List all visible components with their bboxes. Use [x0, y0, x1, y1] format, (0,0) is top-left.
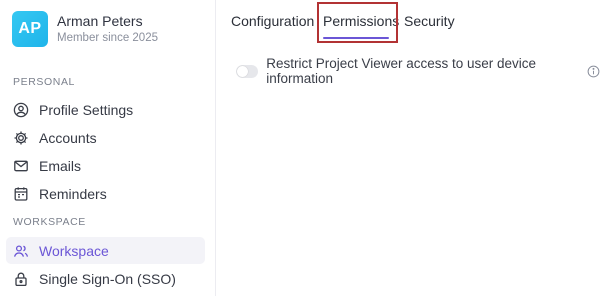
- sidebar-item-emails[interactable]: Emails: [6, 152, 205, 179]
- setting-restrict-viewer: Restrict Project Viewer access to user d…: [236, 56, 600, 86]
- users-icon: [13, 243, 29, 259]
- tab-highlight-box: [317, 2, 398, 43]
- user-circle-icon: [13, 102, 29, 118]
- section-label-workspace: WORKSPACE: [13, 216, 86, 228]
- lock-icon: [13, 271, 29, 287]
- sidebar-item-workspace[interactable]: Workspace: [6, 237, 205, 264]
- calendar-icon: [13, 186, 29, 202]
- restrict-viewer-label: Restrict Project Viewer access to user d…: [266, 56, 537, 86]
- profile-subtitle: Member since 2025: [57, 32, 158, 44]
- section-label-personal: PERSONAL: [13, 76, 75, 88]
- sidebar-item-label: Reminders: [39, 185, 107, 202]
- tab-configuration[interactable]: Configuration: [231, 13, 314, 29]
- sidebar-item-profile-settings[interactable]: Profile Settings: [6, 96, 205, 123]
- profile-name: Arman Peters: [57, 13, 143, 29]
- sidebar-item-label: Accounts: [39, 129, 97, 146]
- gear-icon: [13, 130, 29, 146]
- sidebar-item-sso[interactable]: Single Sign-On (SSO): [6, 265, 205, 292]
- sidebar-item-label: Emails: [39, 157, 82, 174]
- sidebar-item-label: Single Sign-On (SSO): [39, 270, 176, 287]
- restrict-viewer-toggle[interactable]: [236, 64, 259, 78]
- avatar: AP: [12, 11, 48, 47]
- tab-security[interactable]: Security: [404, 13, 455, 29]
- sidebar-item-label: Profile Settings: [39, 101, 134, 118]
- profile-header: AP Arman Peters Member since 2025: [12, 11, 158, 47]
- mail-icon: [13, 158, 29, 174]
- sidebar-item-label: Workspace: [39, 242, 109, 259]
- sidebar-item-reminders[interactable]: Reminders: [6, 180, 205, 207]
- sidebar: AP Arman Peters Member since 2025 PERSON…: [0, 0, 216, 296]
- info-icon[interactable]: [587, 65, 600, 78]
- sidebar-item-accounts[interactable]: Accounts: [6, 124, 205, 151]
